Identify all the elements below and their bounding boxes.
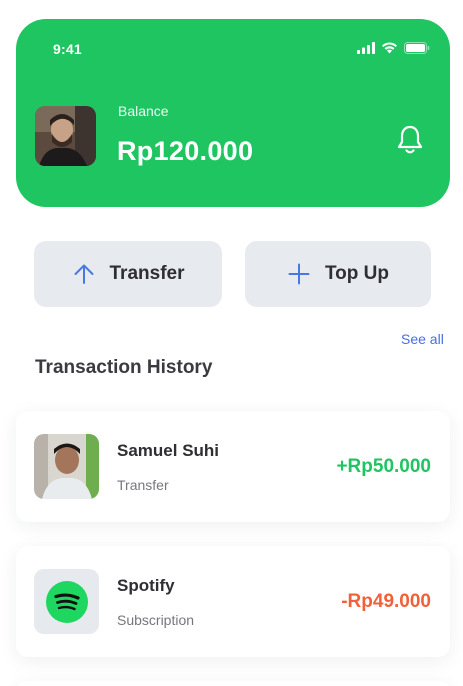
transfer-button-label: Transfer: [109, 263, 185, 284]
transfer-button[interactable]: Transfer: [34, 241, 222, 307]
balance-value: Rp120.000: [117, 136, 254, 166]
bell-icon[interactable]: [395, 124, 425, 156]
top-up-button-label: Top Up: [324, 263, 389, 284]
user-avatar[interactable]: [35, 106, 96, 166]
arrow-up-icon: [74, 264, 93, 284]
status-time: 9:41: [53, 41, 82, 57]
transaction-item[interactable]: Spotify Subscription -Rp49.000: [16, 546, 450, 657]
transaction-amount: -Rp49.000: [341, 591, 431, 612]
top-up-button[interactable]: Top Up: [245, 241, 431, 307]
contact-avatar-photo: [34, 434, 99, 499]
transaction-name: Samuel Suhi: [117, 441, 220, 460]
balance-label: Balance: [118, 103, 169, 119]
user-avatar-photo: [35, 106, 96, 166]
transaction-type: Transfer: [117, 477, 169, 493]
status-bar: 9:41: [16, 19, 450, 79]
balance-header: 9:41 Balance Rp120.000: [16, 19, 450, 207]
transaction-type: Subscription: [117, 612, 195, 628]
merchant-logo: [34, 569, 99, 634]
wallet-screen: 9:41 Balance Rp120.000 Transfer Top Up S…: [0, 0, 463, 686]
transaction-item[interactable]: Samuel Suhi Transfer +Rp50.000: [16, 411, 450, 522]
plus-icon: [288, 263, 310, 285]
contact-avatar: [34, 434, 99, 499]
transaction-history-title: Transaction History: [35, 357, 213, 378]
transaction-item[interactable]: [16, 681, 450, 686]
spotify-icon: [45, 580, 88, 623]
transaction-amount: +Rp50.000: [336, 456, 431, 477]
transaction-name: Spotify: [117, 576, 175, 595]
status-icons: [357, 41, 430, 55]
battery-icon: [404, 42, 430, 54]
signal-icon: [357, 42, 375, 54]
see-all-link[interactable]: See all: [401, 331, 444, 347]
wifi-icon: [382, 42, 397, 54]
